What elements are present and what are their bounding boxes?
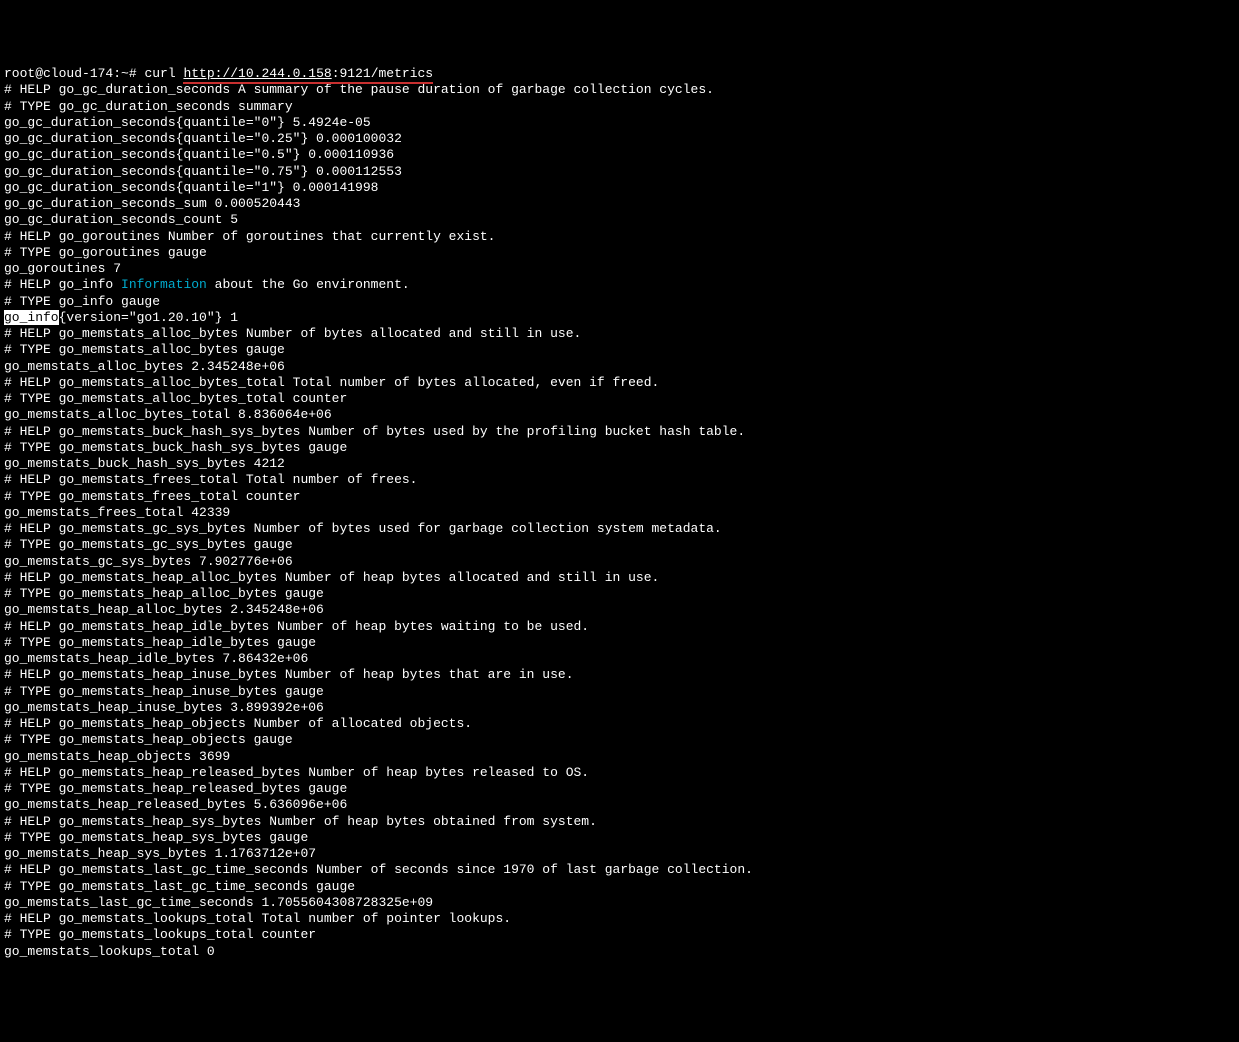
output-line: go_memstats_heap_alloc_bytes 2.345248e+0… xyxy=(4,602,324,617)
output-line: # HELP go_info xyxy=(4,277,121,292)
output-line: # HELP go_memstats_lookups_total Total n… xyxy=(4,911,511,926)
output-line: about the Go environment. xyxy=(207,277,410,292)
output-line: # TYPE go_memstats_heap_alloc_bytes gaug… xyxy=(4,586,324,601)
output-line: # HELP go_memstats_last_gc_time_seconds … xyxy=(4,862,753,877)
output-line: go_gc_duration_seconds{quantile="1"} 0.0… xyxy=(4,180,378,195)
output-line: go_memstats_heap_inuse_bytes 3.899392e+0… xyxy=(4,700,324,715)
output-line: # HELP go_memstats_heap_idle_bytes Numbe… xyxy=(4,619,589,634)
selected-text: go_info xyxy=(4,310,59,325)
output-line: # TYPE go_memstats_alloc_bytes_total cou… xyxy=(4,391,347,406)
output-line: # TYPE go_goroutines gauge xyxy=(4,245,207,260)
output-line: # TYPE go_memstats_heap_released_bytes g… xyxy=(4,781,347,796)
output-line: go_goroutines 7 xyxy=(4,261,121,276)
output-line: # TYPE go_memstats_buck_hash_sys_bytes g… xyxy=(4,440,347,455)
output-line: # HELP go_memstats_gc_sys_bytes Number o… xyxy=(4,521,722,536)
url-port-path: :9121/metrics xyxy=(332,66,433,81)
output-line: # TYPE go_memstats_frees_total counter xyxy=(4,489,300,504)
output-line: go_memstats_heap_sys_bytes 1.1763712e+07 xyxy=(4,846,316,861)
output-line: go_gc_duration_seconds_count 5 xyxy=(4,212,238,227)
output-line: go_memstats_frees_total 42339 xyxy=(4,505,230,520)
output-line: go_memstats_buck_hash_sys_bytes 4212 xyxy=(4,456,285,471)
output-line: # TYPE go_memstats_heap_objects gauge xyxy=(4,732,293,747)
terminal-output[interactable]: root@cloud-174:~# curl http://10.244.0.1… xyxy=(4,66,1235,960)
output-line: go_memstats_alloc_bytes_total 8.836064e+… xyxy=(4,407,332,422)
output-line: # TYPE go_memstats_heap_idle_bytes gauge xyxy=(4,635,316,650)
output-line: # TYPE go_memstats_lookups_total counter xyxy=(4,927,316,942)
output-line: go_memstats_alloc_bytes 2.345248e+06 xyxy=(4,359,285,374)
output-line: # TYPE go_info gauge xyxy=(4,294,160,309)
output-line: go_gc_duration_seconds{quantile="0"} 5.4… xyxy=(4,115,371,130)
shell-prompt: root@cloud-174:~# xyxy=(4,66,144,81)
output-line: # HELP go_memstats_heap_objects Number o… xyxy=(4,716,472,731)
output-line: # TYPE go_memstats_last_gc_time_seconds … xyxy=(4,879,355,894)
output-line: # TYPE go_gc_duration_seconds summary xyxy=(4,99,293,114)
output-line: # HELP go_memstats_heap_released_bytes N… xyxy=(4,765,589,780)
output-line: # TYPE go_memstats_heap_sys_bytes gauge xyxy=(4,830,308,845)
output-line: # HELP go_memstats_frees_total Total num… xyxy=(4,472,417,487)
output-line: # HELP go_memstats_heap_alloc_bytes Numb… xyxy=(4,570,659,585)
output-line: go_memstats_heap_objects 3699 xyxy=(4,749,230,764)
output-line: # HELP go_memstats_alloc_bytes_total Tot… xyxy=(4,375,659,390)
output-line: # TYPE go_memstats_heap_inuse_bytes gaug… xyxy=(4,684,324,699)
output-line: # HELP go_memstats_buck_hash_sys_bytes N… xyxy=(4,424,745,439)
output-line: # HELP go_memstats_alloc_bytes Number of… xyxy=(4,326,581,341)
output-line: go_memstats_lookups_total 0 xyxy=(4,944,215,959)
output-line: # HELP go_gc_duration_seconds A summary … xyxy=(4,82,714,97)
output-line: {version="go1.20.10"} 1 xyxy=(59,310,238,325)
output-line: go_memstats_heap_released_bytes 5.636096… xyxy=(4,797,347,812)
output-line: go_memstats_last_gc_time_seconds 1.70556… xyxy=(4,895,433,910)
command-text: curl xyxy=(144,66,183,81)
output-line: # TYPE go_memstats_alloc_bytes gauge xyxy=(4,342,285,357)
output-line: go_gc_duration_seconds{quantile="0.75"} … xyxy=(4,164,402,179)
highlighted-word: Information xyxy=(121,277,207,292)
output-line: # TYPE go_memstats_gc_sys_bytes gauge xyxy=(4,537,293,552)
output-line: go_gc_duration_seconds{quantile="0.25"} … xyxy=(4,131,402,146)
output-line: go_memstats_heap_idle_bytes 7.86432e+06 xyxy=(4,651,308,666)
url-annotation: http://10.244.0.158:9121/metrics xyxy=(183,66,433,82)
output-line: go_gc_duration_seconds_sum 0.000520443 xyxy=(4,196,300,211)
output-line: go_memstats_gc_sys_bytes 7.902776e+06 xyxy=(4,554,293,569)
output-line: # HELP go_memstats_heap_sys_bytes Number… xyxy=(4,814,597,829)
url-host: http://10.244.0.158 xyxy=(183,66,331,81)
output-line: # HELP go_memstats_heap_inuse_bytes Numb… xyxy=(4,667,574,682)
output-line: # HELP go_goroutines Number of goroutine… xyxy=(4,229,495,244)
output-line: go_gc_duration_seconds{quantile="0.5"} 0… xyxy=(4,147,394,162)
